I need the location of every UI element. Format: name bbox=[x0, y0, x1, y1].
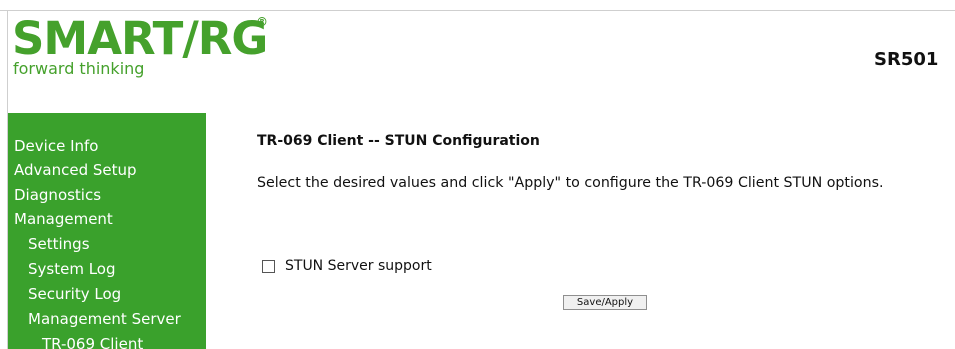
save-apply-button[interactable]: Save/Apply bbox=[563, 295, 647, 310]
model-name: SR501 bbox=[874, 49, 939, 70]
page-title: TR-069 Client -- STUN Configuration bbox=[257, 133, 540, 149]
main-content: TR-069 Client -- STUN Configuration Sele… bbox=[206, 113, 955, 349]
stun-server-support-option[interactable]: STUN Server support bbox=[262, 256, 432, 276]
sidebar-item-diagnostics[interactable]: Diagnostics bbox=[14, 185, 101, 205]
stun-server-support-checkbox[interactable] bbox=[262, 259, 275, 273]
sidebar-nav: Device Info Advanced Setup Diagnostics M… bbox=[8, 113, 206, 349]
sidebar-item-device-info[interactable]: Device Info bbox=[14, 136, 98, 156]
sidebar-item-system-log[interactable]: System Log bbox=[28, 259, 116, 279]
logo-tagline: forward thinking bbox=[13, 59, 145, 78]
sidebar-item-advanced-setup[interactable]: Advanced Setup bbox=[14, 160, 137, 180]
router-admin-page: SMART/RG ® forward thinking SR501 Device… bbox=[0, 0, 955, 349]
sidebar-item-management-server[interactable]: Management Server bbox=[28, 309, 181, 329]
sidebar-item-tr069-client[interactable]: TR-069 Client bbox=[42, 334, 143, 349]
registered-mark: ® bbox=[256, 15, 268, 29]
sidebar-item-settings[interactable]: Settings bbox=[28, 234, 90, 254]
logo: SMART/RG bbox=[12, 12, 268, 65]
instructions-text: Select the desired values and click "App… bbox=[257, 175, 884, 191]
header-banner: SMART/RG ® forward thinking SR501 bbox=[8, 11, 955, 113]
sidebar-item-security-log[interactable]: Security Log bbox=[28, 284, 121, 304]
stun-server-support-label: STUN Server support bbox=[285, 258, 432, 274]
sidebar-item-management[interactable]: Management bbox=[14, 209, 113, 229]
